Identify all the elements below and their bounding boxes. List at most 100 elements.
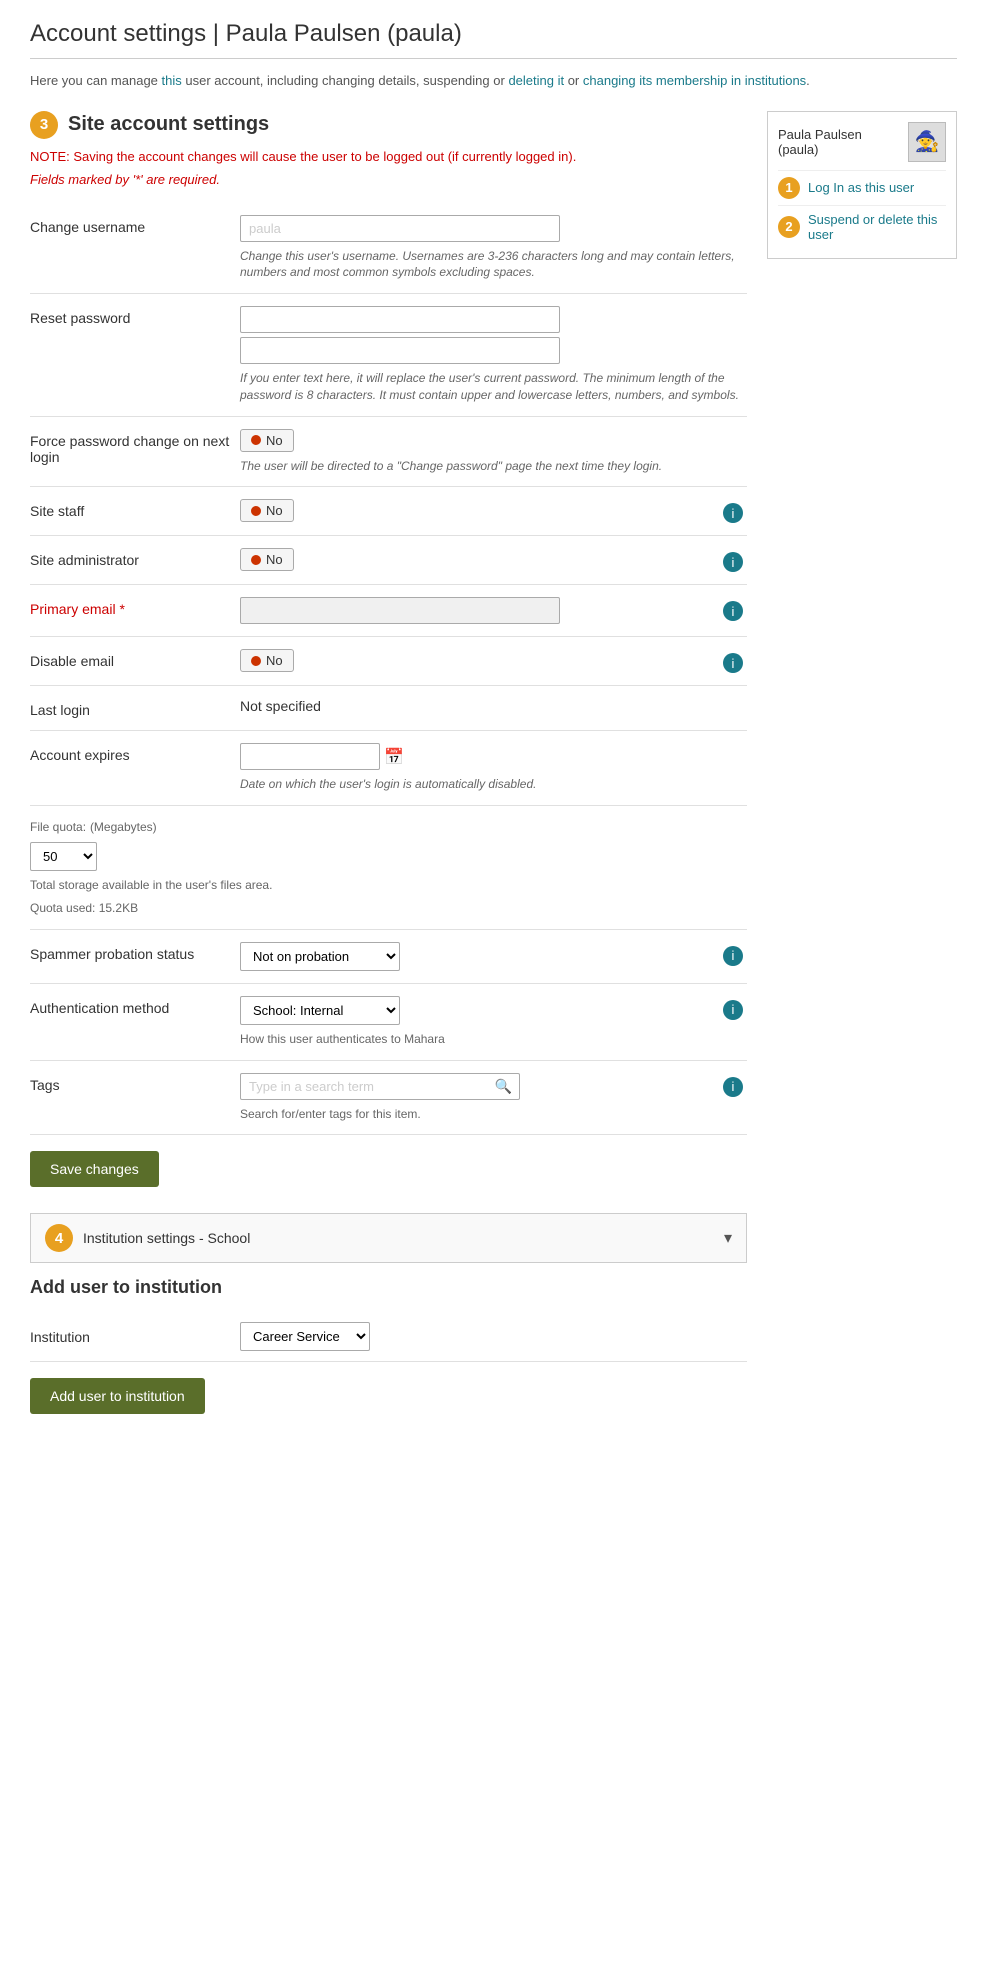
spammer-probation-label: Spammer probation status <box>30 942 230 962</box>
sidebar-action-login[interactable]: 1 Log In as this user <box>778 170 946 205</box>
site-admin-info-icon[interactable]: i <box>723 552 743 572</box>
force-password-toggle[interactable]: No <box>240 429 294 452</box>
primary-email-info: i <box>723 597 747 621</box>
membership-link[interactable]: changing its membership in institutions <box>583 73 806 88</box>
tags-control: 🔍 Search for/enter tags for this item. <box>240 1073 713 1123</box>
tags-search-input[interactable] <box>240 1073 520 1100</box>
auth-method-select[interactable]: School: Internal School: LDAP <box>240 996 400 1025</box>
chevron-down-icon: ▾ <box>724 1228 732 1248</box>
avatar: 🧙 <box>908 122 946 162</box>
account-expires-control: 📅 Date on which the user's login is auto… <box>240 743 747 793</box>
account-expires-input[interactable] <box>240 743 380 770</box>
force-password-label: Force password change on next login <box>30 429 230 465</box>
tags-row: Tags 🔍 Search for/enter tags for this it… <box>30 1061 747 1136</box>
action-badge-2: 2 <box>778 216 800 238</box>
reset-password-row: Reset password If you enter text here, i… <box>30 294 747 417</box>
institution-accordion[interactable]: 4 Institution settings - School ▾ <box>30 1213 747 1263</box>
reset-password-control: If you enter text here, it will replace … <box>240 306 747 404</box>
save-changes-button[interactable]: Save changes <box>30 1151 159 1187</box>
auth-method-label: Authentication method <box>30 996 230 1016</box>
spammer-probation-select[interactable]: Not on probation On probation <box>240 942 400 971</box>
file-quota-select[interactable]: 50 100 200 500 1000 <box>30 842 97 871</box>
change-username-input[interactable] <box>240 215 560 242</box>
last-login-label: Last login <box>30 698 230 718</box>
disable-email-info: i <box>723 649 747 673</box>
site-admin-control: No <box>240 548 713 571</box>
site-admin-label: Site administrator <box>30 548 230 568</box>
section-badge-3: 3 <box>30 111 58 139</box>
spammer-probation-info: i <box>723 942 747 966</box>
force-password-row: Force password change on next login No T… <box>30 417 747 488</box>
auth-method-row: Authentication method School: Internal S… <box>30 984 747 1061</box>
site-staff-toggle[interactable]: No <box>240 499 294 522</box>
login-as-user-link[interactable]: Log In as this user <box>808 180 914 195</box>
institution-settings-section: 4 Institution settings - School ▾ Add us… <box>30 1213 747 1430</box>
calendar-icon[interactable]: 📅 <box>384 747 404 767</box>
primary-email-input[interactable] <box>240 597 560 624</box>
suspend-delete-link[interactable]: Suspend or delete this user <box>808 212 946 242</box>
institution-select[interactable]: Career Service School Other Institution <box>240 1322 370 1351</box>
disable-email-row: Disable email No i <box>30 637 747 686</box>
site-staff-info-icon[interactable]: i <box>723 503 743 523</box>
spammer-probation-info-icon[interactable]: i <box>723 946 743 966</box>
user-card-name: Paula Paulsen (paula) <box>778 127 900 157</box>
disable-email-info-icon[interactable]: i <box>723 653 743 673</box>
file-quota-select-wrapper: 50 100 200 500 1000 <box>30 842 747 871</box>
auth-method-info: i <box>723 996 747 1020</box>
primary-email-info-icon[interactable]: i <box>723 601 743 621</box>
delete-link[interactable]: deleting it <box>508 73 564 88</box>
institution-accordion-left: 4 Institution settings - School <box>45 1224 250 1252</box>
toggle-dot-admin <box>251 555 261 565</box>
site-staff-control: No <box>240 499 713 522</box>
site-staff-info: i <box>723 499 747 523</box>
last-login-value: Not specified <box>240 694 321 714</box>
disable-email-label: Disable email <box>30 649 230 669</box>
force-password-control: No The user will be directed to a "Chang… <box>240 429 747 475</box>
toggle-dot-staff <box>251 506 261 516</box>
tags-label: Tags <box>30 1073 230 1093</box>
file-quota-section: File quota: (Megabytes) 50 100 200 500 1… <box>30 806 747 930</box>
primary-email-row: Primary email * i <box>30 585 747 637</box>
site-staff-label: Site staff <box>30 499 230 519</box>
auth-method-help: How this user authenticates to Mahara <box>240 1031 713 1048</box>
reset-password-input-2[interactable] <box>240 337 560 364</box>
this-user-link[interactable]: this <box>162 73 182 88</box>
tags-info-icon[interactable]: i <box>723 1077 743 1097</box>
institution-select-control: Career Service School Other Institution <box>240 1322 370 1351</box>
add-user-title: Add user to institution <box>30 1277 747 1298</box>
main-content: 3 Site account settings NOTE: Saving the… <box>30 111 747 1431</box>
tags-help: Search for/enter tags for this item. <box>240 1106 713 1123</box>
add-user-section: Add user to institution Institution Care… <box>30 1277 747 1430</box>
account-expires-help: Date on which the user's login is automa… <box>240 776 747 793</box>
primary-email-label: Primary email * <box>30 597 230 617</box>
page-title: Account settings | Paula Paulsen (paula) <box>30 20 957 59</box>
file-quota-help1: Total storage available in the user's fi… <box>30 877 747 894</box>
change-username-help: Change this user's username. Usernames a… <box>240 248 747 282</box>
site-admin-info: i <box>723 548 747 572</box>
add-user-to-institution-button[interactable]: Add user to institution <box>30 1378 205 1414</box>
user-card-header: Paula Paulsen (paula) 🧙 <box>778 122 946 162</box>
right-sidebar: Paula Paulsen (paula) 🧙 1 Log In as this… <box>767 111 957 267</box>
account-expires-label: Account expires <box>30 743 230 763</box>
sidebar-action-suspend[interactable]: 2 Suspend or delete this user <box>778 205 946 248</box>
site-admin-toggle[interactable]: No <box>240 548 294 571</box>
auth-method-control: School: Internal School: LDAP How this u… <box>240 996 713 1048</box>
site-account-section-header: 3 Site account settings <box>30 111 747 139</box>
required-note: Fields marked by '*' are required. <box>30 172 747 187</box>
user-card: Paula Paulsen (paula) 🧙 1 Log In as this… <box>767 111 957 259</box>
file-quota-label: File quota: (Megabytes) <box>30 818 747 834</box>
tags-search-wrapper: 🔍 <box>240 1073 520 1100</box>
force-password-value: No <box>266 433 283 448</box>
spammer-probation-control: Not on probation On probation <box>240 942 713 971</box>
institution-accordion-title: Institution settings - School <box>83 1230 250 1246</box>
institution-select-row: Institution Career Service School Other … <box>30 1312 747 1362</box>
disable-email-value: No <box>266 653 283 668</box>
site-admin-row: Site administrator No i <box>30 536 747 585</box>
disable-email-toggle[interactable]: No <box>240 649 294 672</box>
file-quota-help2: Quota used: 15.2KB <box>30 900 747 917</box>
intro-text: Here you can manage this user account, i… <box>30 71 957 91</box>
tags-info: i <box>723 1073 747 1097</box>
reset-password-input-1[interactable] <box>240 306 560 333</box>
auth-method-info-icon[interactable]: i <box>723 1000 743 1020</box>
site-staff-row: Site staff No i <box>30 487 747 536</box>
